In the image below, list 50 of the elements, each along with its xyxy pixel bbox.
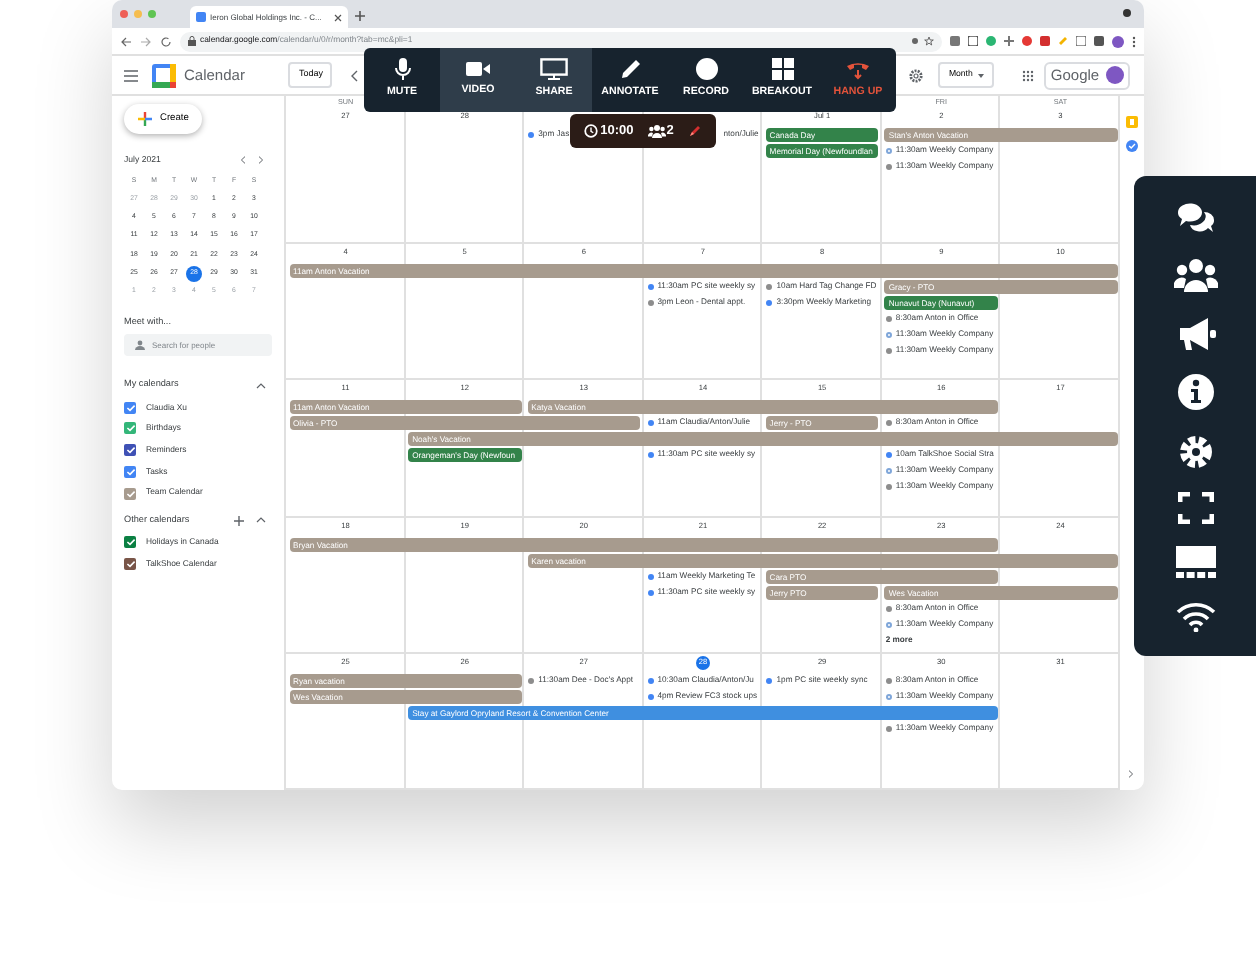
browser-status-icon	[1122, 8, 1132, 18]
record-icon	[695, 58, 717, 81]
new-tab-icon[interactable]	[354, 10, 366, 22]
pencil-icon	[619, 58, 641, 81]
pen-icon[interactable]	[687, 124, 702, 138]
maximize-window-dot[interactable]	[148, 10, 156, 18]
info-icon[interactable]	[1177, 374, 1213, 411]
calendar-checkbox[interactable]	[124, 557, 136, 570]
settings-icon[interactable]	[908, 67, 925, 83]
lock-icon	[188, 36, 196, 46]
caret-icon	[978, 73, 985, 77]
close-window-dot[interactable]	[120, 10, 128, 18]
reload-icon[interactable]	[160, 35, 172, 47]
grid-icon	[771, 58, 793, 81]
people-icon	[134, 340, 146, 351]
account-avatar[interactable]	[1105, 66, 1124, 84]
calendar-logo-icon	[152, 63, 176, 87]
minimize-window-dot[interactable]	[134, 10, 142, 18]
monitor-icon	[540, 58, 568, 81]
back-icon[interactable]	[120, 35, 132, 47]
screen-layout-icon[interactable]	[1175, 546, 1215, 579]
people-group-icon[interactable]	[1173, 257, 1217, 294]
add-icon[interactable]	[234, 515, 244, 526]
calendar-favicon-icon	[196, 12, 206, 22]
plus-icon	[138, 112, 152, 126]
wifi-icon[interactable]	[1175, 600, 1215, 633]
extension-icon[interactable]	[1004, 36, 1014, 46]
apps-grid-icon[interactable]	[1022, 69, 1035, 81]
tasks-icon[interactable]	[1126, 140, 1138, 152]
chat-icon[interactable]	[1175, 199, 1215, 236]
calendar-checkbox[interactable]	[124, 487, 136, 499]
calendar-checkbox[interactable]	[124, 422, 136, 435]
participants-icon	[647, 124, 665, 138]
calendar-checkbox[interactable]	[124, 536, 136, 549]
close-icon[interactable]	[334, 13, 342, 21]
chevron-icon[interactable]	[256, 516, 266, 525]
fullscreen-icon[interactable]	[1177, 491, 1213, 524]
megaphone-icon[interactable]	[1175, 316, 1215, 353]
video-camera-icon	[466, 60, 490, 79]
menu-icon[interactable]	[124, 69, 138, 81]
chevron-icon[interactable]	[256, 381, 266, 390]
calendar-checkbox[interactable]	[124, 401, 136, 414]
clock-icon	[584, 124, 599, 138]
microphone-icon	[393, 58, 411, 81]
profile-avatar[interactable]	[1112, 35, 1124, 47]
calendar-checkbox[interactable]	[124, 465, 136, 478]
calendar-checkbox[interactable]	[124, 444, 136, 457]
hang-up-icon	[846, 58, 870, 81]
previous-icon[interactable]	[350, 69, 359, 81]
star-icon[interactable]	[924, 36, 934, 46]
